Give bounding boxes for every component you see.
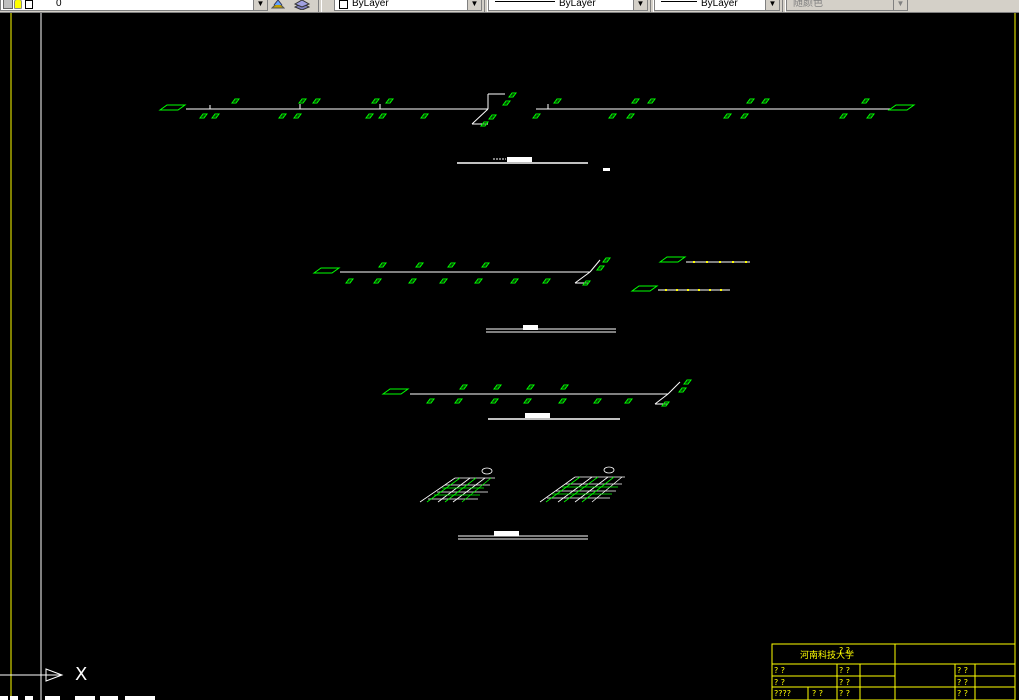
- fixture-group: [426, 379, 692, 407]
- layer-previous-icon[interactable]: [270, 0, 286, 10]
- title-cell: ? ?: [957, 666, 969, 675]
- layer-name-text: 0: [56, 0, 62, 9]
- plotstyle-dropdown[interactable]: 随颜色 ▼: [786, 0, 908, 11]
- chevron-down-icon[interactable]: ▼: [765, 0, 779, 10]
- iso-system-left[interactable]: [419, 467, 495, 503]
- linetype-value: ByLayer: [559, 0, 596, 9]
- lineweight-sample: [661, 1, 697, 2]
- layer-manager-icon[interactable]: [293, 0, 311, 11]
- color-dropdown[interactable]: ByLayer ▼: [334, 0, 482, 11]
- chevron-down-icon[interactable]: ▼: [633, 0, 647, 10]
- title-line-1: [457, 157, 610, 171]
- layout-tabs[interactable]: [0, 696, 155, 700]
- pipe-system-4[interactable]: [631, 256, 750, 292]
- title-cell: ? ?: [839, 646, 851, 655]
- layer-state-icon: [3, 0, 13, 9]
- title-cell: ? ?: [839, 689, 851, 698]
- linetype-sample: [495, 1, 555, 2]
- title-cell: ? ?: [839, 678, 851, 687]
- layer-bulb-icon: [14, 0, 22, 9]
- chevron-down-icon[interactable]: ▼: [253, 0, 267, 10]
- layer-dropdown[interactable]: 0 ▼: [0, 0, 268, 11]
- ucs-icon: [0, 668, 64, 682]
- lineweight-value: ByLayer: [701, 0, 738, 9]
- title-line-2: [486, 325, 616, 333]
- pipe-system-2[interactable]: [532, 98, 915, 119]
- toolbar-separator: [318, 0, 322, 12]
- pipe-system-1[interactable]: [159, 92, 517, 127]
- title-line-4: [458, 531, 588, 540]
- title-line-3: [488, 413, 620, 420]
- chevron-down-icon[interactable]: ▼: [893, 0, 907, 10]
- title-cell: ????: [774, 689, 791, 698]
- properties-toolbar: 0 ▼ ByLayer ▼ ByLayer ▼ ByLayer ▼ 随颜色 ▼: [0, 0, 1019, 13]
- iso-system-right[interactable]: [539, 466, 625, 503]
- drawing-frame: [10, 13, 1016, 700]
- pipe-system-3[interactable]: [313, 257, 611, 286]
- color-swatch-icon: [339, 0, 348, 9]
- title-cell: ? ?: [774, 678, 786, 687]
- title-cell: ? ?: [957, 678, 969, 687]
- ucs-x-axis-label: X: [75, 664, 88, 685]
- title-cell: ? ?: [839, 666, 851, 675]
- chevron-down-icon[interactable]: ▼: [467, 0, 481, 10]
- drawing-canvas[interactable]: [0, 13, 1019, 700]
- plotstyle-value: 随颜色: [793, 0, 823, 9]
- linetype-dropdown[interactable]: ByLayer ▼: [488, 0, 648, 11]
- color-value: ByLayer: [352, 0, 389, 9]
- title-cell: ? ?: [812, 689, 824, 698]
- lineweight-dropdown[interactable]: ByLayer ▼: [654, 0, 780, 11]
- layer-color-icon: [25, 0, 33, 9]
- title-cell: ? ?: [957, 689, 969, 698]
- title-cell: ? ?: [774, 666, 786, 675]
- pipe-system-5[interactable]: [382, 379, 692, 407]
